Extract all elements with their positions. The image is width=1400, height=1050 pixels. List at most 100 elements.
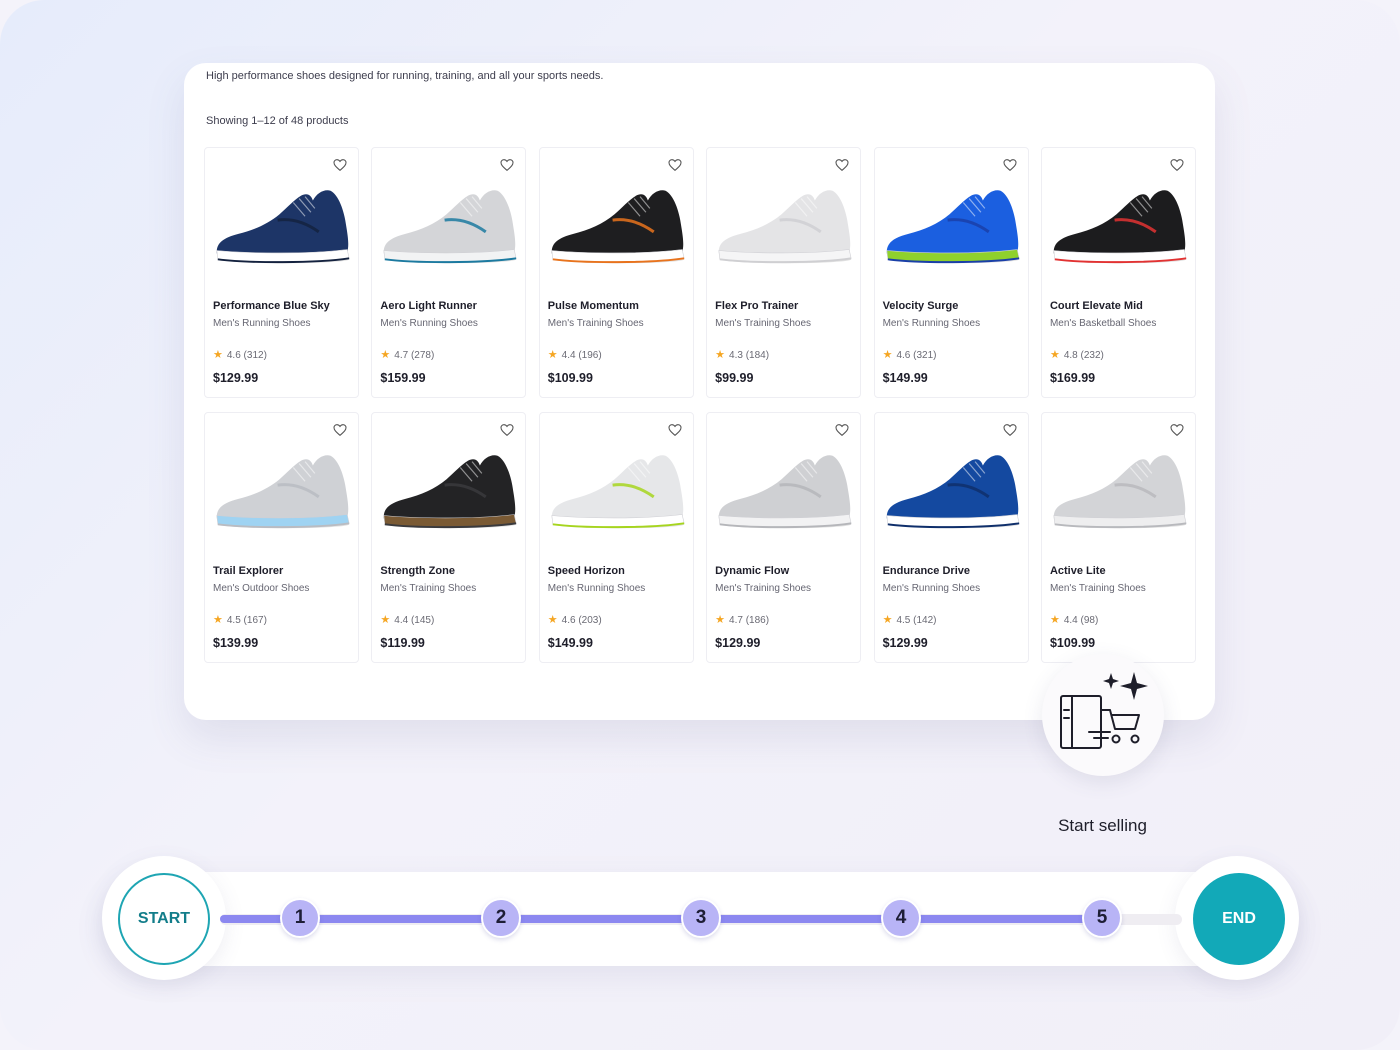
- product-card[interactable]: Speed Horizon Men's Running Shoes ★ 4.6 (…: [538, 412, 694, 663]
- product-price: $159.99: [380, 371, 426, 385]
- heart-icon[interactable]: [667, 157, 683, 173]
- product-image[interactable]: [544, 180, 691, 272]
- product-category: Men's Training Shoes: [715, 583, 812, 594]
- product-card[interactable]: Endurance Drive Men's Running Shoes ★ 4.5…: [873, 412, 1029, 663]
- product-name[interactable]: Active Lite: [1050, 565, 1106, 577]
- product-category: Men's Training Shoes: [715, 318, 812, 329]
- product-name[interactable]: Velocity Surge: [883, 300, 959, 312]
- product-name[interactable]: Strength Zone: [380, 565, 455, 577]
- product-category: Men's Running Shoes: [547, 583, 646, 594]
- product-card[interactable]: Dynamic Flow Men's Training Shoes ★ 4.7 (…: [706, 412, 862, 663]
- product-category: Men's Running Shoes: [882, 318, 981, 329]
- heart-icon[interactable]: [499, 157, 515, 173]
- star-icon: ★: [213, 349, 223, 361]
- timeline-progress: [220, 915, 1102, 923]
- rating-value: 4.4 (196): [561, 350, 602, 361]
- product-name[interactable]: Pulse Momentum: [548, 300, 639, 312]
- store-cart-sparkle-icon: [1060, 672, 1148, 749]
- product-category: Men's Outdoor Shoes: [213, 583, 310, 594]
- product-price: $169.99: [1049, 371, 1096, 385]
- heart-icon[interactable]: [834, 157, 850, 173]
- product-rating: ★ 4.5 (142): [883, 613, 937, 626]
- heart-icon[interactable]: [1002, 157, 1018, 173]
- product-image[interactable]: [544, 445, 691, 537]
- timeline-step-3[interactable]: 3: [681, 898, 721, 938]
- star-icon: ★: [715, 349, 726, 361]
- end-button[interactable]: END: [1193, 873, 1285, 965]
- heart-icon[interactable]: [667, 422, 683, 438]
- product-image[interactable]: [1046, 180, 1193, 272]
- rating-value: 4.7 (278): [394, 350, 435, 361]
- rating-value: 4.4 (98): [1063, 615, 1099, 626]
- star-icon: ★: [715, 614, 726, 626]
- timeline-step-5[interactable]: 5: [1082, 898, 1122, 938]
- catalog-subtitle: High performance shoes designed for runn…: [206, 70, 604, 82]
- product-image[interactable]: [711, 445, 858, 537]
- product-name[interactable]: Flex Pro Trainer: [715, 300, 798, 312]
- product-image[interactable]: [376, 180, 523, 272]
- product-image[interactable]: [209, 445, 356, 537]
- product-image[interactable]: [879, 180, 1026, 272]
- product-category: Men's Training Shoes: [1049, 583, 1146, 594]
- rating-value: 4.3 (184): [729, 350, 770, 361]
- product-price: $109.99: [547, 371, 593, 385]
- product-category: Men's Running Shoes: [882, 583, 981, 594]
- start-button[interactable]: START: [118, 873, 210, 965]
- product-price: $129.99: [715, 636, 761, 650]
- heart-icon[interactable]: [1002, 422, 1018, 438]
- timeline-step-2[interactable]: 2: [481, 898, 521, 938]
- product-card[interactable]: Performance Blue Sky Men's Running Shoes…: [204, 147, 359, 398]
- product-image[interactable]: [209, 180, 356, 272]
- start-selling-label: Start selling: [1058, 816, 1147, 835]
- product-price: $139.99: [213, 636, 259, 650]
- product-catalog-panel: High performance shoes designed for runn…: [184, 63, 1215, 720]
- rating-value: 4.6 (321): [896, 350, 937, 361]
- star-icon: ★: [1049, 614, 1060, 626]
- product-card[interactable]: Aero Light Runner Men's Running Shoes ★ 4…: [371, 147, 527, 398]
- product-price: $99.99: [715, 371, 754, 385]
- product-category: Men's Training Shoes: [547, 318, 644, 329]
- product-card[interactable]: Pulse Momentum Men's Training Shoes ★ 4.4…: [538, 147, 694, 398]
- product-image[interactable]: [711, 180, 858, 272]
- rating-value: 4.7 (186): [729, 615, 770, 626]
- product-card[interactable]: Strength Zone Men's Training Shoes ★ 4.4 …: [371, 412, 527, 663]
- product-name[interactable]: Dynamic Flow: [715, 565, 789, 577]
- product-name[interactable]: Aero Light Runner: [380, 300, 477, 312]
- product-name[interactable]: Speed Horizon: [548, 565, 625, 577]
- star-icon: ★: [547, 614, 558, 626]
- product-card[interactable]: Court Elevate Mid Men's Basketball Shoes…: [1040, 147, 1196, 398]
- start-selling-badge[interactable]: [1042, 654, 1164, 776]
- star-icon: ★: [547, 349, 558, 361]
- heart-icon[interactable]: [1169, 157, 1185, 173]
- product-category: Men's Basketball Shoes: [1049, 318, 1157, 329]
- product-rating: ★ 4.5 (167): [213, 613, 267, 626]
- product-card[interactable]: Active Lite Men's Training Shoes ★ 4.4 (9…: [1040, 412, 1196, 663]
- product-card[interactable]: Flex Pro Trainer Men's Training Shoes ★ 4…: [706, 147, 862, 398]
- product-card[interactable]: Trail Explorer Men's Outdoor Shoes ★ 4.5 …: [204, 412, 359, 663]
- heart-icon[interactable]: [332, 422, 348, 438]
- product-name[interactable]: Court Elevate Mid: [1050, 300, 1143, 312]
- rating-value: 4.6 (203): [561, 615, 602, 626]
- heart-icon[interactable]: [332, 157, 348, 173]
- rating-value: 4.4 (145): [394, 615, 435, 626]
- product-category: Men's Training Shoes: [380, 583, 477, 594]
- product-image[interactable]: [1046, 445, 1193, 537]
- product-price: $129.99: [882, 636, 928, 650]
- timeline-step-1[interactable]: 1: [280, 898, 320, 938]
- rating-value: 4.6 (312): [226, 350, 267, 361]
- product-image[interactable]: [376, 445, 523, 537]
- product-card[interactable]: Velocity Surge Men's Running Shoes ★ 4.6 …: [873, 147, 1029, 398]
- product-rating: ★ 4.7 (278): [380, 348, 434, 361]
- product-rating: ★ 4.6 (321): [883, 348, 937, 361]
- heart-icon[interactable]: [1169, 422, 1185, 438]
- timeline-step-4[interactable]: 4: [881, 898, 921, 938]
- star-icon: ★: [380, 349, 391, 361]
- heart-icon[interactable]: [834, 422, 850, 438]
- product-image[interactable]: [879, 445, 1026, 537]
- product-category: Men's Running Shoes: [380, 318, 478, 329]
- product-category: Men's Running Shoes: [213, 318, 311, 329]
- product-name[interactable]: Trail Explorer: [213, 565, 283, 577]
- product-name[interactable]: Endurance Drive: [883, 565, 970, 577]
- heart-icon[interactable]: [499, 422, 515, 438]
- product-name[interactable]: Performance Blue Sky: [213, 300, 330, 312]
